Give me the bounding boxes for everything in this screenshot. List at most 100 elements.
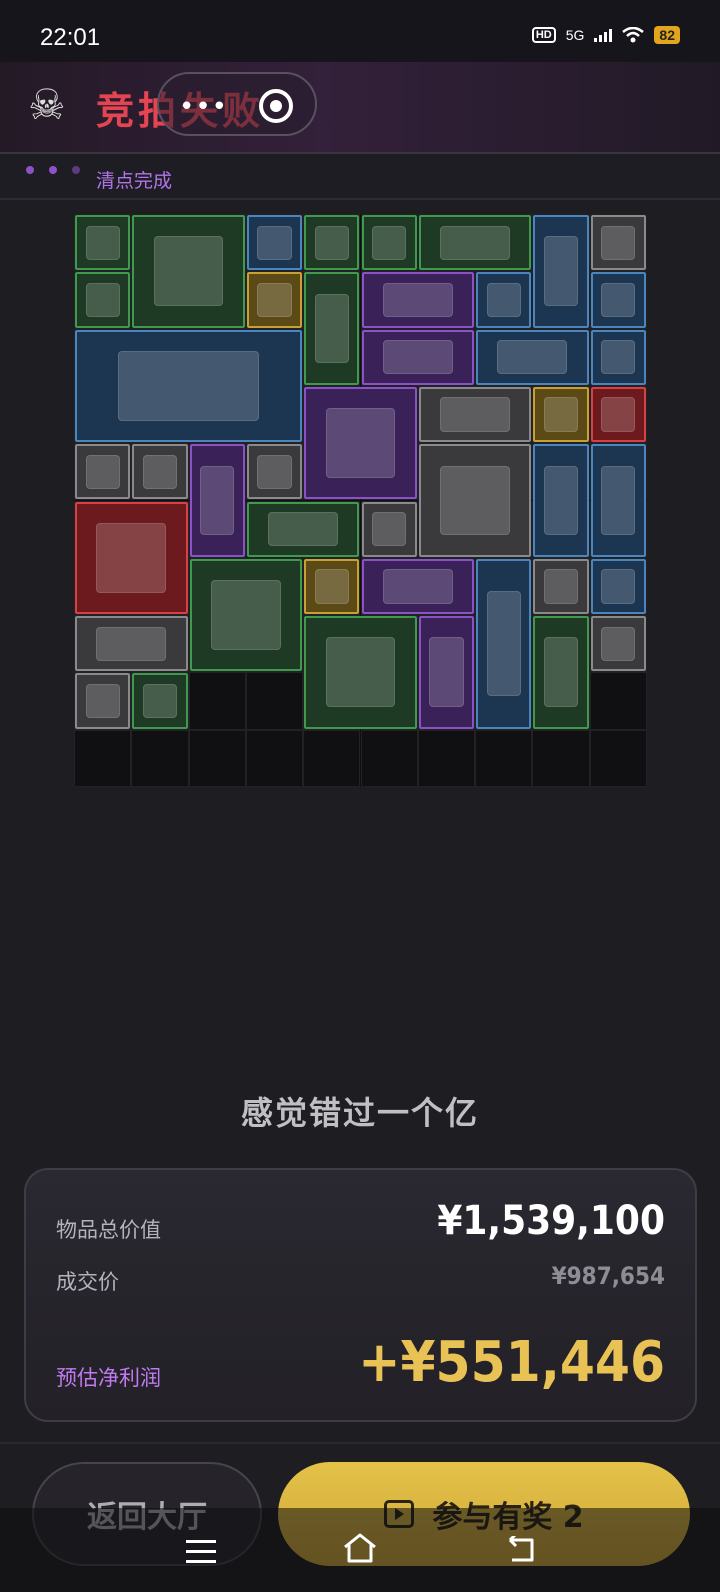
item-computer-mouse[interactable]: [533, 558, 589, 615]
item-spice-rack[interactable]: [189, 558, 303, 672]
item-ancient-coin[interactable]: [246, 215, 303, 271]
telescope-icon: [601, 465, 636, 536]
progress-label: 清点完成: [96, 170, 173, 192]
graphics-card-icon: [382, 282, 453, 318]
item-candle-box[interactable]: [418, 444, 532, 557]
vintage-photo-icon: [96, 626, 167, 661]
item-ram-stick[interactable]: [533, 386, 589, 443]
djembe-drum-icon: [314, 293, 349, 364]
rifle-part-icon: [497, 340, 568, 375]
status-time: 22:01: [40, 24, 101, 51]
empty-slot: [360, 729, 418, 787]
old-book-icon: [429, 637, 464, 708]
item-old-document[interactable]: [418, 215, 532, 271]
item-medal[interactable]: [304, 558, 360, 615]
ssd-drive-icon: [486, 282, 521, 318]
item-graphics-card[interactable]: [361, 272, 475, 328]
empty-slot: [589, 672, 647, 730]
tagline: 感觉错过一个亿: [240, 1094, 479, 1132]
item-telescope[interactable]: [590, 444, 646, 557]
graphics-card-icon: [382, 569, 453, 604]
item-pressure-gauge[interactable]: [75, 215, 131, 271]
circuit-chip-icon: [314, 225, 349, 260]
item-ssd-drive[interactable]: [476, 272, 532, 328]
solar-panel-icon: [118, 350, 260, 421]
item-tropical-painting[interactable]: [132, 215, 245, 328]
item-graphics-card[interactable]: [361, 558, 475, 615]
item-tweezers[interactable]: [75, 272, 131, 328]
candle-box-icon: [440, 465, 510, 536]
item-tribal-statue[interactable]: [533, 616, 589, 729]
old-document-icon: [440, 225, 510, 260]
status-bar: 22:01 HD 5G 82: [0, 0, 720, 62]
total-value-label: 物品总价值: [56, 1218, 161, 1242]
item-vintage-photo[interactable]: [75, 616, 188, 672]
item-djembe-drum[interactable]: [304, 272, 360, 385]
total-value: ¥1,539,100: [437, 1198, 665, 1244]
skull-icon: ☠: [28, 80, 66, 129]
item-crystal-trophy[interactable]: [246, 272, 303, 328]
nav-menu-icon[interactable]: [186, 1540, 216, 1570]
vintage-photo-icon: [440, 397, 510, 432]
result-header: ☠ 竞拍失败 •••: [0, 62, 720, 154]
item-cpu-cooler[interactable]: [590, 272, 646, 328]
item-atm-kiosk[interactable]: [476, 558, 532, 729]
more-options-icon[interactable]: •••: [179, 92, 228, 122]
battery-icon: 82: [654, 26, 680, 44]
hd-icon: HD: [531, 27, 556, 43]
wooden-plank-icon: [268, 512, 339, 547]
playing-card-icon: [85, 454, 120, 489]
item-playing-card[interactable]: [132, 444, 188, 500]
item-solar-panel[interactable]: [75, 329, 303, 443]
item-stethoscope[interactable]: [533, 215, 589, 328]
playing-card-icon: [372, 512, 407, 547]
lighter-icon: [372, 225, 407, 260]
item-drone[interactable]: [75, 501, 188, 615]
stethoscope-icon: [543, 236, 579, 307]
item-playing-card[interactable]: [75, 444, 131, 500]
crystal-trophy-icon: [257, 282, 292, 318]
item-document-stack[interactable]: [246, 444, 303, 500]
nav-home-icon[interactable]: [342, 1532, 378, 1564]
item-toy-boat[interactable]: [132, 673, 188, 729]
close-mini-program-icon[interactable]: [259, 89, 293, 123]
nav-back-icon[interactable]: [506, 1536, 536, 1564]
deal-price-value: ¥987,654: [551, 1262, 665, 1290]
item-document-stack[interactable]: [590, 616, 646, 672]
item-vintage-photo[interactable]: [418, 386, 532, 443]
tweezers-icon: [85, 282, 120, 318]
drone-icon: [96, 522, 167, 593]
empty-slot: [589, 729, 647, 787]
item-camera-lens[interactable]: [361, 329, 475, 385]
item-protein-tin[interactable]: [75, 673, 131, 729]
item-hookah[interactable]: [189, 444, 245, 557]
profit-label: 预估净利润: [56, 1366, 161, 1390]
item-wooden-plank[interactable]: [246, 501, 360, 557]
item-circular-saw[interactable]: [304, 386, 417, 500]
item-playing-card[interactable]: [361, 501, 417, 557]
empty-slot: [245, 672, 304, 730]
signal-icon: [594, 28, 613, 42]
jewel-box-icon: [601, 397, 636, 432]
item-moka-pot[interactable]: [533, 444, 589, 557]
deal-price-label: 成交价: [56, 1270, 119, 1294]
summary-card: 物品总价值 ¥1,539,100 成交价 ¥987,654 预估净利润 +¥55…: [24, 1168, 697, 1422]
hookah-icon: [200, 465, 235, 536]
mini-program-capsule[interactable]: •••: [157, 72, 317, 136]
item-id-card[interactable]: [590, 329, 646, 385]
system-nav-bar: [0, 1508, 720, 1592]
progress-dots-icon: [26, 166, 80, 174]
progress-bar: 清点完成: [0, 156, 720, 200]
profit-value: +¥551,446: [358, 1330, 665, 1395]
item-ancient-coin[interactable]: [590, 558, 646, 615]
item-rifle-part[interactable]: [476, 329, 589, 385]
empty-slot: [245, 729, 304, 787]
item-circuit-chip[interactable]: [304, 215, 360, 271]
empty-slot: [417, 729, 476, 787]
item-old-book[interactable]: [418, 616, 475, 729]
item-lighter[interactable]: [361, 215, 417, 271]
empty-slot: [188, 729, 246, 787]
item-sphinx-statue[interactable]: [304, 616, 417, 729]
item-computer-mouse[interactable]: [590, 215, 646, 271]
item-jewel-box[interactable]: [590, 386, 646, 443]
